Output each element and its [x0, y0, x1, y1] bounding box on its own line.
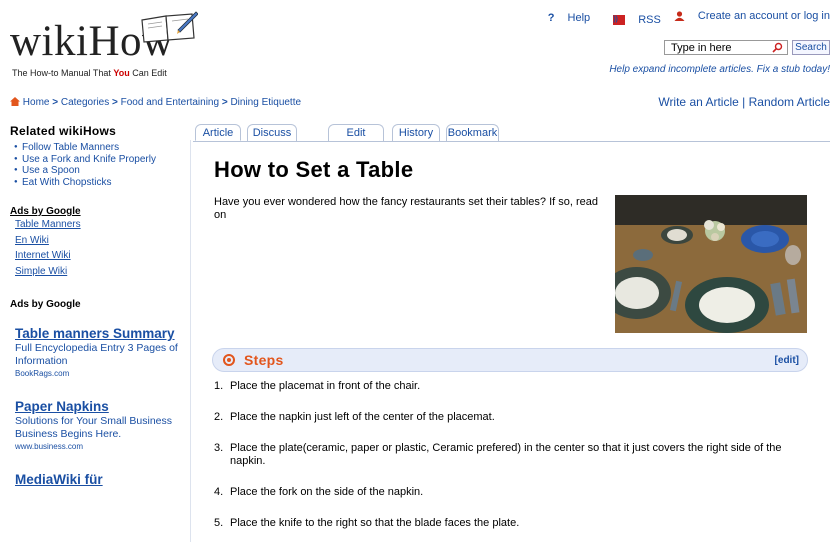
- ad-block: MediaWiki für: [10, 472, 188, 488]
- steps-label: Steps: [244, 352, 284, 368]
- stub-notice-link[interactable]: Help expand incomplete articles. Fix a s…: [609, 64, 830, 75]
- ad-url[interactable]: www.business.com: [15, 440, 188, 454]
- tab-history[interactable]: History: [392, 124, 440, 141]
- related-title: Related wikiHows: [10, 124, 117, 138]
- tab-edit[interactable]: Edit: [328, 124, 384, 141]
- account-link[interactable]: Create an account or log in: [674, 10, 830, 22]
- ad-block: Table manners Summary Full Encyclopedia …: [10, 326, 188, 381]
- rss-link[interactable]: )) RSS: [603, 14, 661, 26]
- step-item: 4. Place the fork on the side of the napk…: [214, 486, 424, 498]
- logo-tagline: The How-to Manual That You Can Edit: [12, 68, 167, 78]
- user-icon: [674, 11, 685, 21]
- ad-title[interactable]: Paper Napkins: [15, 399, 188, 415]
- table-setting-photo[interactable]: [615, 195, 807, 333]
- step-item: 5. Place the knife to the right so that t…: [214, 517, 520, 529]
- step-item: 2. Place the napkin just left of the cent…: [214, 411, 495, 423]
- breadcrumb-categories[interactable]: Categories: [61, 97, 109, 108]
- article-actions: Write an Article | Random Article: [658, 95, 830, 109]
- breadcrumb-food[interactable]: Food and Entertaining: [121, 97, 219, 108]
- ads-by-google-label: Ads by Google: [10, 299, 81, 310]
- ad-link[interactable]: En Wiki: [10, 233, 188, 249]
- related-item[interactable]: Use a Spoon: [14, 165, 188, 177]
- ad-url[interactable]: BookRags.com: [15, 367, 188, 381]
- ad-block: Paper Napkins Solutions for Your Small B…: [10, 399, 188, 454]
- ad-link[interactable]: Table Manners: [10, 217, 188, 233]
- tab-article[interactable]: Article: [195, 124, 241, 141]
- edit-section-link[interactable]: [edit]: [775, 355, 799, 366]
- tabs-underline: [193, 141, 830, 142]
- question-mark-icon: ?: [547, 12, 555, 24]
- ad-links: Table Manners En Wiki Internet Wiki Simp…: [10, 217, 188, 279]
- related-item[interactable]: Follow Table Manners: [14, 142, 188, 154]
- search-icon: [772, 42, 783, 53]
- search-button[interactable]: Search: [792, 40, 830, 55]
- rss-icon: )): [613, 15, 626, 25]
- breadcrumb-dining[interactable]: Dining Etiquette: [230, 97, 301, 108]
- ad-title[interactable]: Table manners Summary: [15, 326, 188, 342]
- step-item: 1. Place the placemat in front of the cha…: [214, 380, 421, 392]
- ads-by-google-link[interactable]: Ads by Google: [10, 206, 188, 217]
- top-links: ? Help )) RSS Create an account or log in: [528, 10, 830, 26]
- random-article-link[interactable]: Random Article: [749, 95, 830, 109]
- sidebar-divider: [190, 140, 191, 542]
- ad-link[interactable]: Internet Wiki: [10, 248, 188, 264]
- ad-title[interactable]: MediaWiki für: [15, 472, 188, 488]
- write-article-link[interactable]: Write an Article: [658, 95, 738, 109]
- ad-description: Full Encyclopedia Entry 3 Pages of Infor…: [15, 342, 178, 367]
- table-setting-image: [615, 195, 807, 333]
- tab-discuss[interactable]: Discuss: [247, 124, 297, 141]
- breadcrumb: Home > Categories > Food and Entertainin…: [10, 97, 301, 108]
- search-input[interactable]: Type in here: [664, 40, 788, 55]
- steps-header: Steps [edit]: [212, 348, 808, 372]
- related-item[interactable]: Eat With Chopsticks: [14, 177, 188, 189]
- help-link[interactable]: ? Help: [538, 12, 590, 24]
- ad-description: Solutions for Your Small Business Busine…: [15, 415, 173, 440]
- article-intro: Have you ever wondered how the fancy res…: [214, 196, 598, 221]
- wikihow-logo[interactable]: wikiHow The How-to Manual That You Can E…: [8, 6, 198, 78]
- step-item: 3. Place the plate(ceramic, paper or plas…: [214, 442, 782, 467]
- related-list: Follow Table Manners Use a Fork and Knif…: [10, 142, 188, 188]
- home-icon: [10, 97, 20, 106]
- page-title: How to Set a Table: [214, 157, 414, 182]
- tab-bookmark[interactable]: Bookmark: [446, 124, 499, 141]
- related-item[interactable]: Use a Fork and Knife Properly: [14, 154, 188, 166]
- breadcrumb-home[interactable]: Home: [23, 97, 50, 108]
- sidebar: Related wikiHows Follow Table Manners Us…: [10, 124, 188, 488]
- target-icon: [223, 354, 235, 366]
- steps-list: 1. Place the placemat in front of the cha…: [214, 380, 810, 530]
- ad-link[interactable]: Simple Wiki: [10, 264, 188, 280]
- book-icon: [141, 11, 198, 43]
